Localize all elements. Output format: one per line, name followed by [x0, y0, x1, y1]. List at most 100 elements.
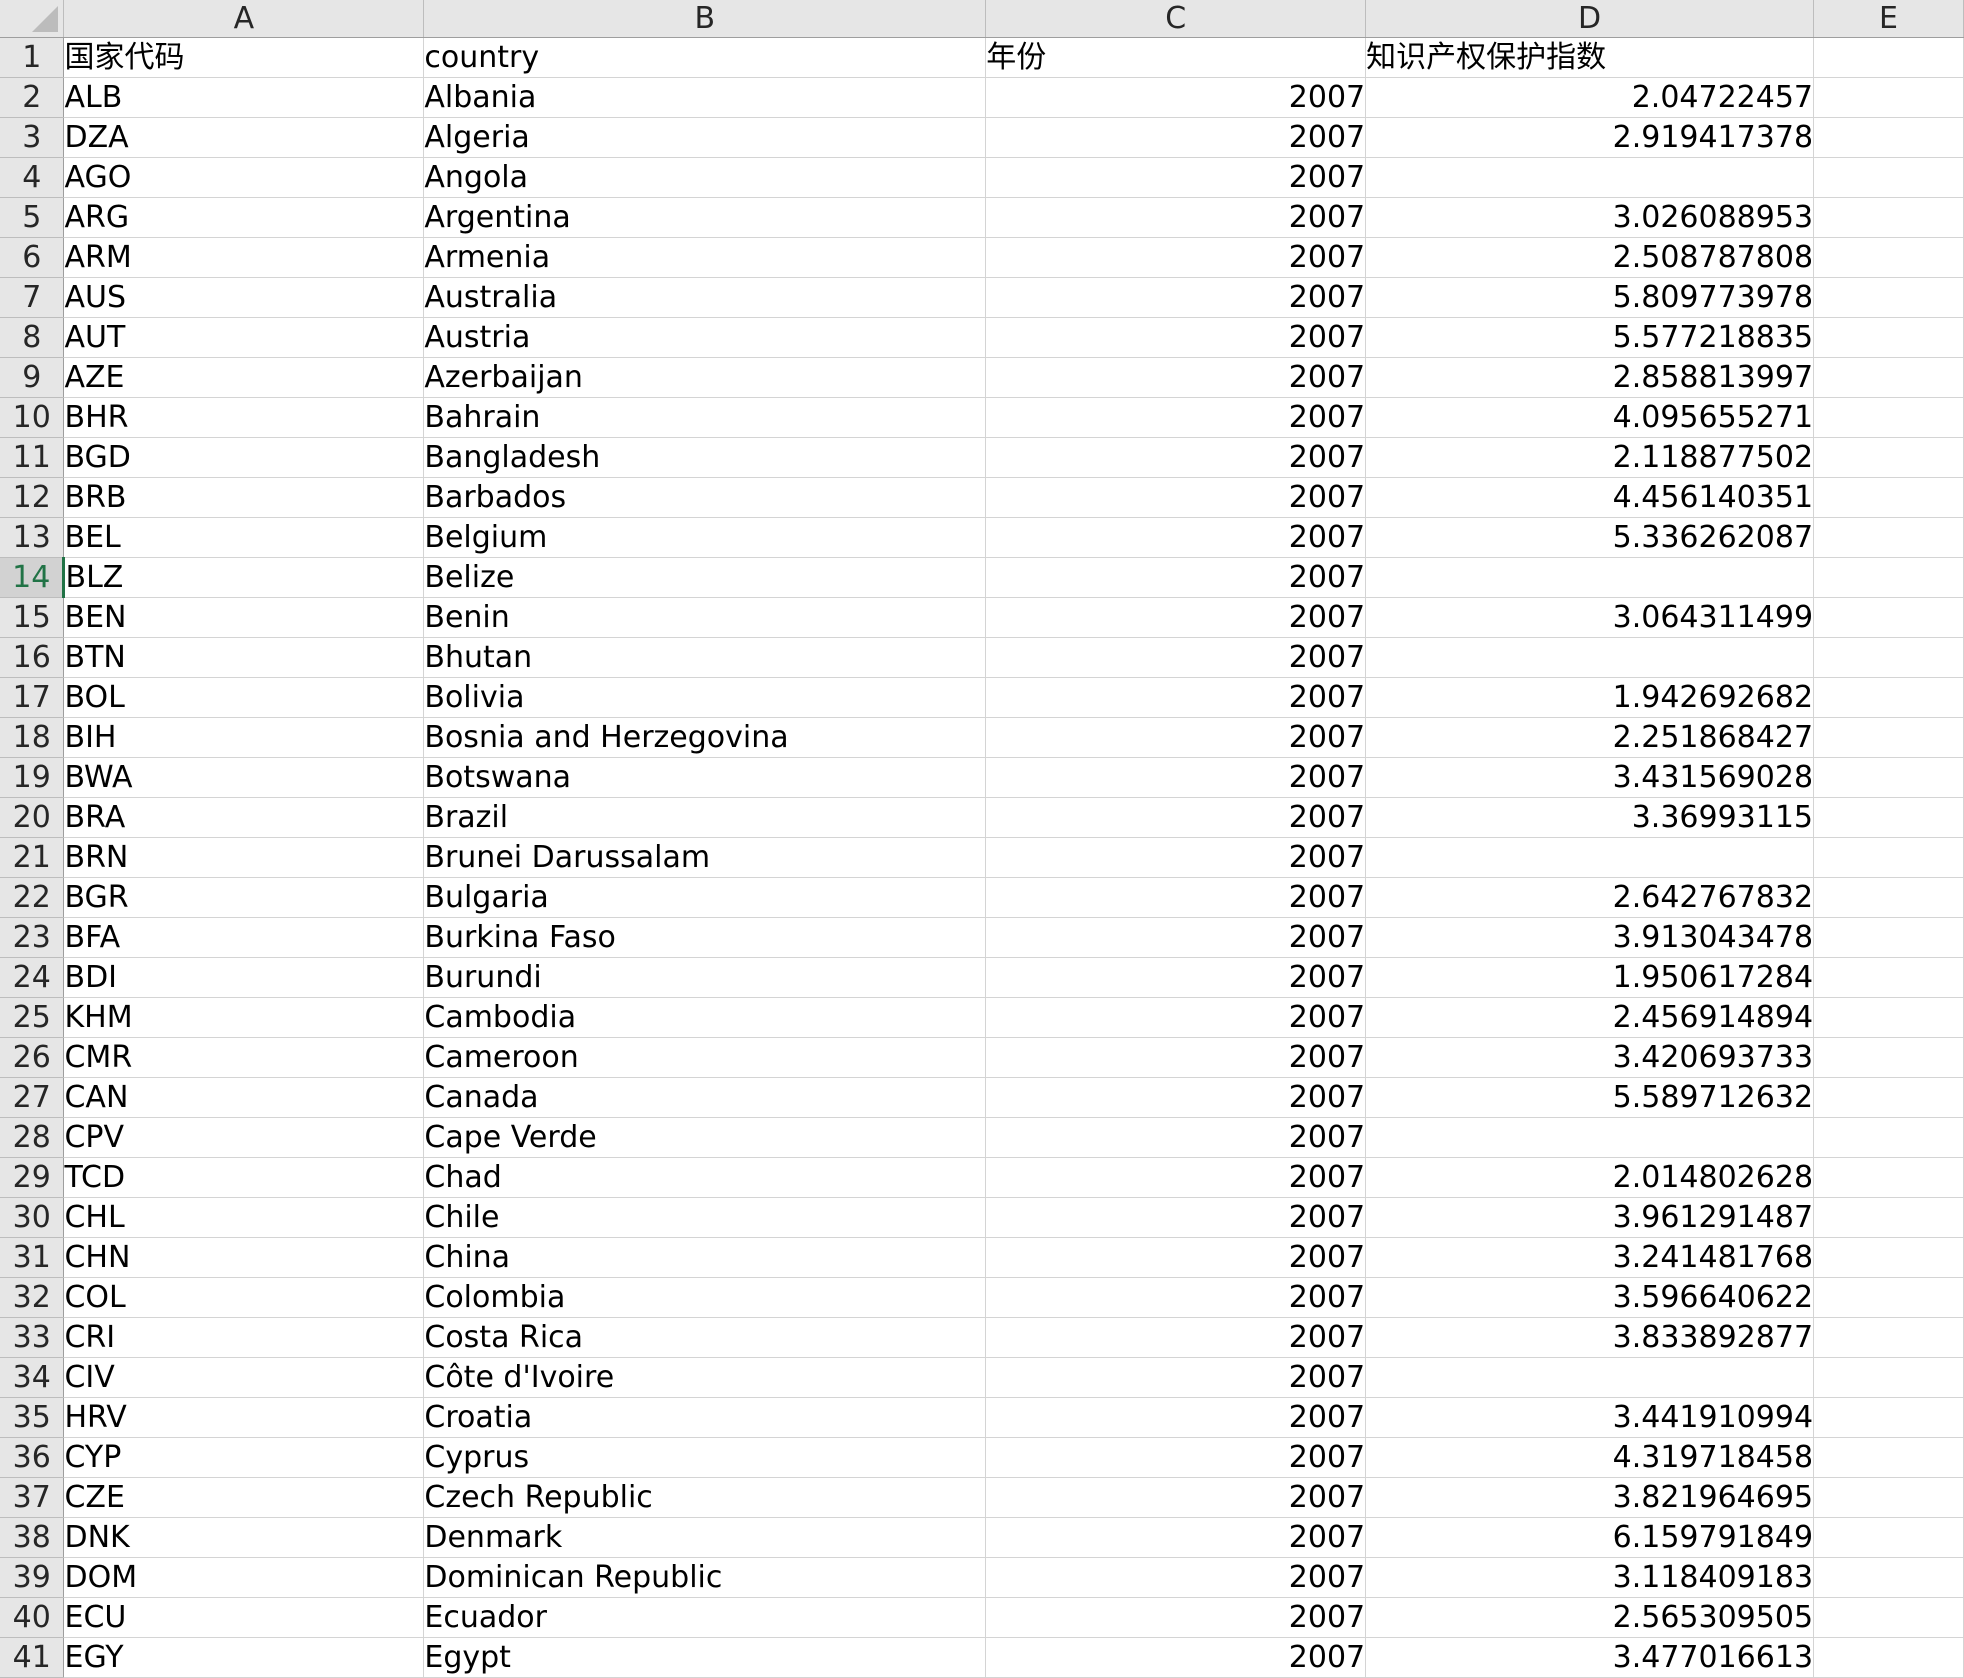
cell-ipr-index[interactable]: 1.942692682 — [1365, 677, 1815, 718]
cell-country-code[interactable]: BLZ — [63, 557, 425, 598]
row-header[interactable]: 23 — [0, 917, 65, 958]
cell-ipr-index[interactable]: 4.319718458 — [1365, 1437, 1815, 1478]
cell-ipr-index[interactable]: 3.118409183 — [1365, 1557, 1815, 1598]
cell-country[interactable]: Belgium — [423, 517, 987, 558]
cell-empty[interactable] — [1813, 1037, 1964, 1078]
row-header[interactable]: 17 — [0, 677, 65, 718]
cell-empty[interactable] — [1813, 557, 1964, 598]
cell-ipr-index[interactable]: 2.642767832 — [1365, 877, 1815, 918]
column-header-d[interactable]: D — [1365, 0, 1815, 38]
cell-ipr-index[interactable]: 知识产权保护指数 — [1365, 37, 1815, 78]
cell-empty[interactable] — [1813, 1197, 1964, 1238]
cell-country[interactable]: Burundi — [423, 957, 987, 998]
cell-country-code[interactable]: BRB — [63, 477, 425, 518]
cell-country[interactable]: Bangladesh — [423, 437, 987, 478]
cell-country-code[interactable]: AGO — [63, 157, 425, 198]
cell-country[interactable]: Canada — [423, 1077, 987, 1118]
cell-empty[interactable] — [1813, 437, 1964, 478]
cell-country-code[interactable]: BEL — [63, 517, 425, 558]
cell-empty[interactable] — [1813, 997, 1964, 1038]
cell-empty[interactable] — [1813, 1117, 1964, 1158]
cell-year[interactable]: 2007 — [985, 117, 1367, 158]
cell-country-code[interactable]: CZE — [63, 1477, 425, 1518]
cell-ipr-index[interactable]: 2.858813997 — [1365, 357, 1815, 398]
cell-country[interactable]: Brazil — [423, 797, 987, 838]
cell-country-code[interactable]: BHR — [63, 397, 425, 438]
cell-empty[interactable] — [1813, 1357, 1964, 1398]
cell-country[interactable]: Armenia — [423, 237, 987, 278]
cell-empty[interactable] — [1813, 1557, 1964, 1598]
cell-year[interactable]: 2007 — [985, 717, 1367, 758]
row-header[interactable]: 26 — [0, 1037, 65, 1078]
row-header[interactable]: 22 — [0, 877, 65, 918]
cell-empty[interactable] — [1813, 917, 1964, 958]
row-header[interactable]: 18 — [0, 717, 65, 758]
cell-year[interactable]: 2007 — [985, 1157, 1367, 1198]
cell-country[interactable]: Cambodia — [423, 997, 987, 1038]
cell-country-code[interactable]: BRN — [63, 837, 425, 878]
row-header[interactable]: 6 — [0, 237, 65, 278]
cell-year[interactable]: 2007 — [985, 997, 1367, 1038]
cell-year[interactable]: 2007 — [985, 597, 1367, 638]
cell-empty[interactable] — [1813, 1077, 1964, 1118]
cell-year[interactable]: 2007 — [985, 917, 1367, 958]
cell-empty[interactable] — [1813, 117, 1964, 158]
row-header[interactable]: 27 — [0, 1077, 65, 1118]
cell-empty[interactable] — [1813, 1397, 1964, 1438]
cell-ipr-index[interactable]: 2.508787808 — [1365, 237, 1815, 278]
cell-country[interactable]: Cyprus — [423, 1437, 987, 1478]
cell-ipr-index[interactable]: 2.565309505 — [1365, 1597, 1815, 1638]
cell-year[interactable]: 2007 — [985, 1277, 1367, 1318]
cell-ipr-index[interactable]: 2.919417378 — [1365, 117, 1815, 158]
cell-empty[interactable] — [1813, 477, 1964, 518]
cell-country-code[interactable]: BIH — [63, 717, 425, 758]
cell-country-code[interactable]: KHM — [63, 997, 425, 1038]
cell-country[interactable]: China — [423, 1237, 987, 1278]
cell-country[interactable]: Dominican Republic — [423, 1557, 987, 1598]
row-header[interactable]: 9 — [0, 357, 65, 398]
cell-empty[interactable] — [1813, 757, 1964, 798]
cell-year[interactable]: 2007 — [985, 197, 1367, 238]
cell-year[interactable]: 2007 — [985, 437, 1367, 478]
cell-country-code[interactable]: BEN — [63, 597, 425, 638]
row-header[interactable]: 19 — [0, 757, 65, 798]
cell-empty[interactable] — [1813, 157, 1964, 198]
cell-country-code[interactable]: AUS — [63, 277, 425, 318]
cell-year[interactable]: 2007 — [985, 1317, 1367, 1358]
cell-year[interactable]: 2007 — [985, 957, 1367, 998]
cell-country-code[interactable]: 国家代码 — [63, 37, 425, 78]
cell-year[interactable]: 2007 — [985, 877, 1367, 918]
cell-ipr-index[interactable]: 3.477016613 — [1365, 1637, 1815, 1678]
cell-year[interactable]: 2007 — [985, 1397, 1367, 1438]
cell-country[interactable]: Costa Rica — [423, 1317, 987, 1358]
row-header[interactable]: 16 — [0, 637, 65, 678]
cell-country[interactable]: Cape Verde — [423, 1117, 987, 1158]
cell-country[interactable]: Chad — [423, 1157, 987, 1198]
cell-ipr-index[interactable] — [1365, 1117, 1815, 1158]
cell-ipr-index[interactable] — [1365, 157, 1815, 198]
cell-country[interactable]: Belize — [423, 557, 987, 598]
row-header[interactable]: 35 — [0, 1397, 65, 1438]
row-header[interactable]: 12 — [0, 477, 65, 518]
cell-country-code[interactable]: BGD — [63, 437, 425, 478]
cell-year[interactable]: 2007 — [985, 837, 1367, 878]
cell-ipr-index[interactable]: 4.456140351 — [1365, 477, 1815, 518]
cell-country-code[interactable]: EGY — [63, 1637, 425, 1678]
cell-ipr-index[interactable]: 1.950617284 — [1365, 957, 1815, 998]
cell-year[interactable]: 2007 — [985, 1557, 1367, 1598]
cell-country[interactable]: Benin — [423, 597, 987, 638]
cell-country-code[interactable]: HRV — [63, 1397, 425, 1438]
row-header[interactable]: 40 — [0, 1597, 65, 1638]
cell-ipr-index[interactable]: 3.420693733 — [1365, 1037, 1815, 1078]
row-header[interactable]: 15 — [0, 597, 65, 638]
cell-empty[interactable] — [1813, 957, 1964, 998]
cell-country[interactable]: Cameroon — [423, 1037, 987, 1078]
row-header[interactable]: 11 — [0, 437, 65, 478]
column-header-e[interactable]: E — [1813, 0, 1964, 38]
cell-year[interactable]: 2007 — [985, 1117, 1367, 1158]
select-all-corner[interactable] — [0, 0, 65, 38]
cell-country-code[interactable]: ARM — [63, 237, 425, 278]
cell-year[interactable]: 2007 — [985, 1037, 1367, 1078]
cell-country[interactable]: Czech Republic — [423, 1477, 987, 1518]
row-header[interactable]: 37 — [0, 1477, 65, 1518]
